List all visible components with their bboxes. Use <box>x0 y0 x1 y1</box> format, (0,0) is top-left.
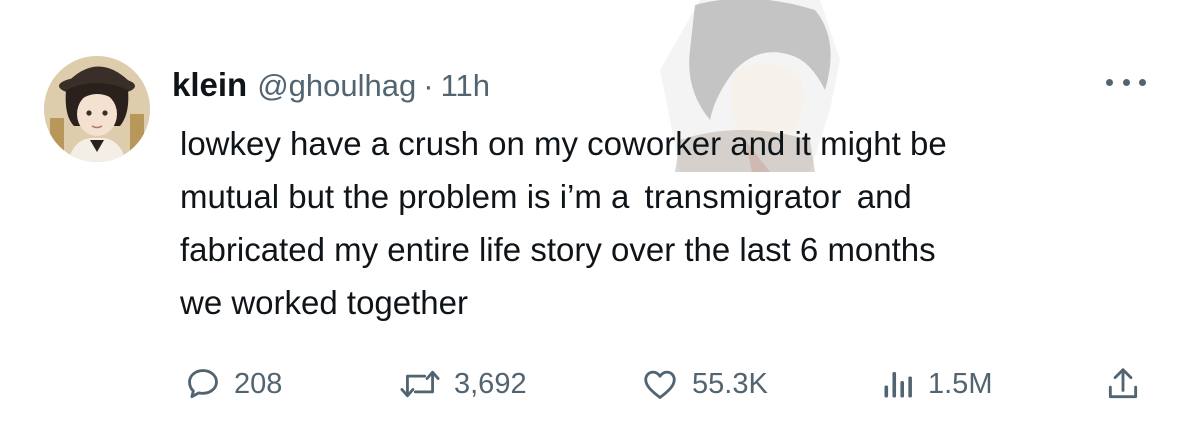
display-name[interactable]: klein <box>172 66 247 104</box>
tweet-text-segment: mutual but the problem is i’m a <box>180 178 630 215</box>
retweet-arrows-icon <box>400 370 440 398</box>
user-handle[interactable]: @ghoulhag <box>257 68 416 104</box>
tweet-text-segment: and <box>856 178 912 215</box>
more-options-button[interactable] <box>1106 72 1146 92</box>
more-horizontal-icon <box>1106 78 1113 86</box>
heart-icon <box>644 370 676 399</box>
tweet-text-line: mutual but the problem is i’m a transmig… <box>180 170 1180 223</box>
avatar-image <box>44 56 150 162</box>
tweet-text-line: lowkey have a crush on my coworker and i… <box>180 125 947 162</box>
reply-count: 208 <box>234 367 283 400</box>
views-button[interactable]: 1.5M <box>880 362 992 406</box>
share-upload-icon <box>1108 368 1138 399</box>
retweet-button[interactable]: 3,692 <box>398 362 527 406</box>
view-count: 1.5M <box>928 367 993 400</box>
tweet-text-line: we worked together <box>180 284 468 321</box>
timestamp[interactable]: 11h <box>441 68 490 104</box>
tweet-text-line: fabricated my entire life story over the… <box>180 231 936 268</box>
highlighted-word: transmigrator <box>644 178 842 215</box>
tweet-text: lowkey have a crush on my coworker and i… <box>180 117 1180 329</box>
avatar[interactable] <box>44 56 150 162</box>
tweet-header: klein @ghoulhag · 11h <box>172 66 490 112</box>
separator-dot: · <box>423 68 434 103</box>
reply-bubble-icon <box>188 369 218 399</box>
share-button[interactable] <box>1104 362 1142 406</box>
like-button[interactable]: 55.3K <box>640 362 768 406</box>
retweet-count: 3,692 <box>454 367 527 400</box>
reply-button[interactable]: 208 <box>184 362 282 406</box>
bar-chart-icon <box>884 372 912 398</box>
like-count: 55.3K <box>692 367 768 400</box>
tweet-card[interactable]: klein @ghoulhag · 11h lowkey have a crus… <box>0 0 1200 442</box>
